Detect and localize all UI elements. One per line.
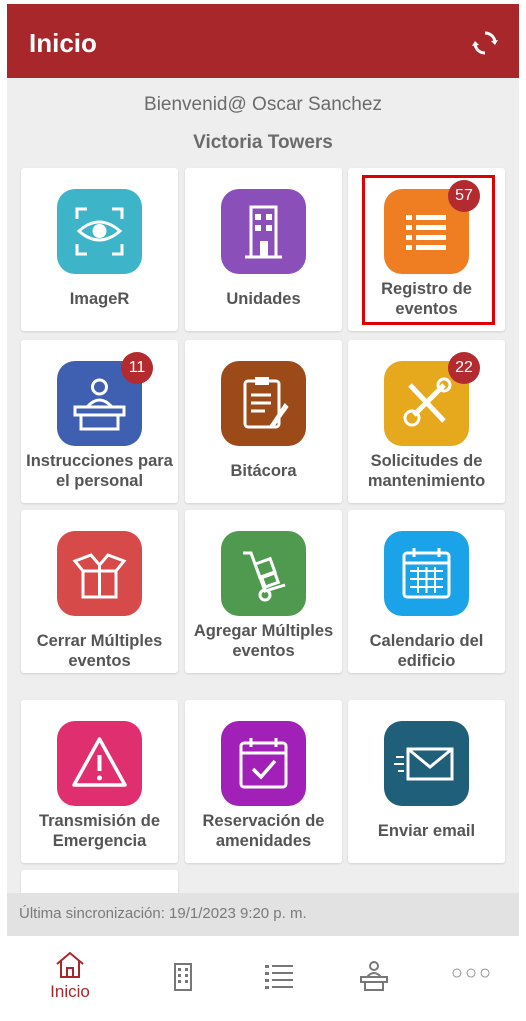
building-name: Victoria Towers [193, 132, 333, 153]
tile-imager[interactable]: ImageR [21, 168, 178, 331]
nav-unidades[interactable] [138, 936, 228, 1021]
notification-badge: 22 [448, 352, 480, 384]
tile-partial[interactable] [21, 870, 178, 893]
tile-label: Bitácora [230, 462, 297, 480]
welcome-text: Bienvenid@ Oscar Sanchez [144, 94, 382, 115]
app-header: Inicio [7, 4, 519, 78]
tile-label: Unidades [226, 290, 301, 308]
nav-label: Inicio [50, 982, 90, 1001]
hand-truck-icon [221, 531, 306, 616]
tile-label: Instrucciones para el personal [26, 452, 173, 490]
tile-label: Agregar Múltiples eventos [193, 622, 334, 660]
page-title: Inicio [29, 28, 97, 58]
calendar-check-icon [221, 721, 306, 806]
sync-status-bar: Última sincronización: 19/1/2023 9:20 p.… [7, 893, 519, 936]
nav-more[interactable]: ○○○ [427, 936, 517, 1021]
home-icon [56, 951, 84, 978]
warning-icon [57, 721, 142, 806]
more-icon: ○○○ [450, 962, 494, 984]
list-icon [265, 965, 293, 989]
tile-solicitudes[interactable]: 22 Solicitudes de mantenimiento [348, 340, 505, 503]
tile-reservacion[interactable]: Reservación de amenidades [185, 700, 342, 863]
tile-bitacora[interactable]: Bitácora [185, 340, 342, 503]
tile-label: Reservación de amenidades [202, 812, 325, 850]
nav-instrucciones[interactable] [329, 936, 419, 1021]
tile-cerrar-multiples[interactable]: Cerrar Múltiples eventos [21, 510, 178, 673]
tile-label: Transmisión de Emergencia [38, 812, 161, 850]
nav-inicio[interactable]: Inicio [25, 936, 115, 1021]
bottom-navigation: Inicio ○○○ [7, 936, 519, 1021]
building-icon [221, 189, 306, 274]
notification-badge: 11 [121, 352, 153, 384]
tile-label: Enviar email [377, 822, 476, 840]
envelope-icon [384, 721, 469, 806]
clipboard-icon [221, 361, 306, 446]
tile-calendario[interactable]: Calendario del edificio [348, 510, 505, 673]
tile-instrucciones[interactable]: 11 Instrucciones para el personal [21, 340, 178, 503]
calendar-icon [384, 531, 469, 616]
tile-agregar-multiples[interactable]: Agregar Múltiples eventos [185, 510, 342, 673]
tile-label: Cerrar Múltiples eventos [36, 632, 163, 670]
tile-label: Solicitudes de mantenimiento [367, 452, 486, 490]
main-content[interactable]: Bienvenid@ Oscar Sanchez Victoria Towers… [7, 78, 519, 893]
tile-transmision[interactable]: Transmisión de Emergencia [21, 700, 178, 863]
selection-highlight [362, 175, 495, 325]
eye-scan-icon [57, 189, 142, 274]
tile-label: ImageR [69, 290, 130, 308]
tile-label: Calendario del edificio [369, 632, 484, 670]
sync-status-text: Última sincronización: 19/1/2023 9:20 p.… [19, 905, 307, 922]
tile-unidades[interactable]: Unidades [185, 168, 342, 331]
building-icon [174, 963, 192, 991]
refresh-icon[interactable] [471, 29, 499, 57]
receptionist-icon [360, 961, 388, 991]
nav-eventos[interactable] [234, 936, 324, 1021]
tile-enviar-email[interactable]: Enviar email [348, 700, 505, 863]
open-box-icon [57, 531, 142, 616]
